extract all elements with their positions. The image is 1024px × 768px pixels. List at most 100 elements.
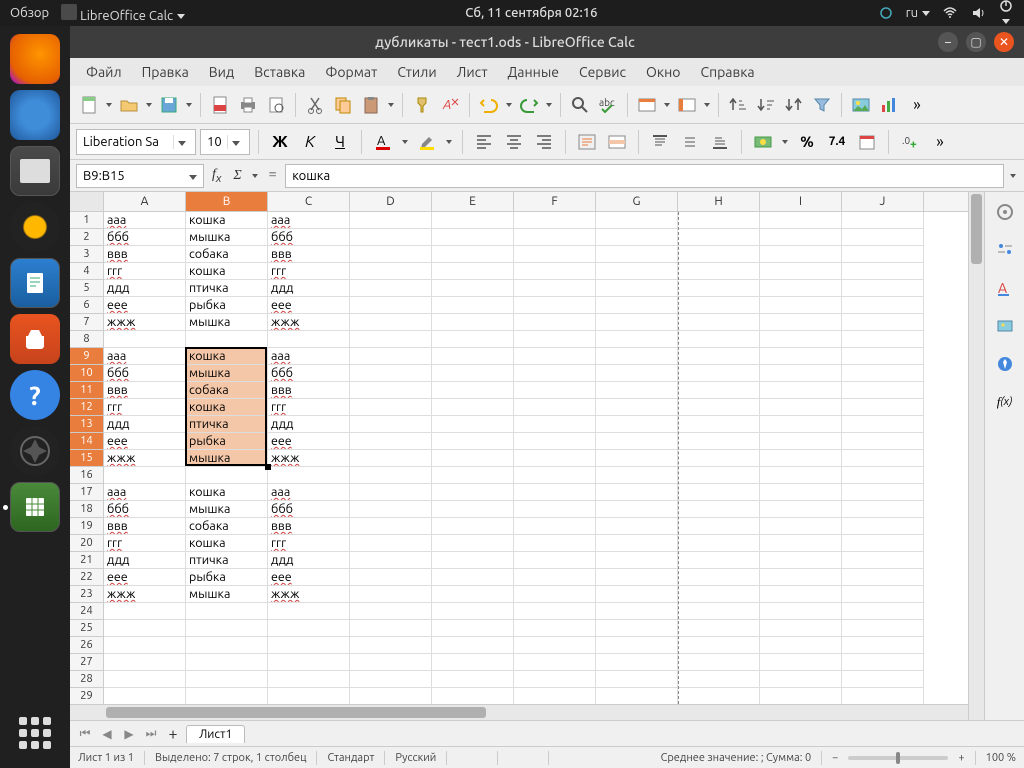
paste-icon[interactable]	[358, 92, 384, 118]
menu-вид[interactable]: Вид	[201, 60, 242, 84]
col-header-B[interactable]: B	[186, 192, 268, 211]
cell[interactable]	[596, 229, 678, 246]
dock-firefox[interactable]	[10, 34, 60, 84]
zoom-out[interactable]: −	[832, 752, 838, 764]
cell[interactable]	[678, 331, 760, 348]
sliders-icon[interactable]	[991, 236, 1019, 264]
merge-cells-icon[interactable]	[604, 129, 630, 155]
col-header-G[interactable]: G	[596, 192, 678, 211]
cell[interactable]	[514, 246, 596, 263]
power-icon[interactable]	[998, 0, 1014, 28]
align-left-icon[interactable]	[471, 129, 497, 155]
spiral-icon[interactable]	[878, 5, 894, 21]
cell[interactable]	[104, 688, 186, 704]
zoom-in[interactable]: +	[958, 752, 964, 764]
dock-files[interactable]	[10, 146, 60, 196]
cell[interactable]: ггг	[104, 399, 186, 416]
menu-данные[interactable]: Данные	[500, 60, 567, 84]
name-box[interactable]: B9:B15	[76, 164, 204, 188]
cell[interactable]	[350, 654, 432, 671]
row-header[interactable]: 29	[70, 688, 104, 704]
cell[interactable]: ддд	[104, 416, 186, 433]
col-dropdown[interactable]	[702, 103, 712, 107]
add-decimal-icon[interactable]: .0+	[897, 129, 923, 155]
cell[interactable]	[104, 671, 186, 688]
cell[interactable]	[350, 535, 432, 552]
cell[interactable]: жжж	[268, 314, 350, 331]
row-header[interactable]: 11	[70, 382, 104, 399]
styles-icon[interactable]: A	[991, 274, 1019, 302]
col-header-C[interactable]: C	[268, 192, 350, 211]
col-header-I[interactable]: I	[760, 192, 842, 211]
sort-asc-icon[interactable]	[725, 92, 751, 118]
valign-middle-icon[interactable]	[677, 129, 703, 155]
cell[interactable]	[678, 382, 760, 399]
vertical-scrollbar[interactable]	[968, 192, 984, 720]
cell[interactable]	[186, 654, 268, 671]
cell[interactable]	[514, 535, 596, 552]
row-header[interactable]: 7	[70, 314, 104, 331]
cell[interactable]	[842, 246, 924, 263]
cell[interactable]: ббб	[268, 501, 350, 518]
dock-software[interactable]	[10, 314, 60, 364]
cell[interactable]	[432, 365, 514, 382]
cell[interactable]	[596, 603, 678, 620]
cell[interactable]	[760, 654, 842, 671]
cell[interactable]	[678, 433, 760, 450]
sheet-tab-1[interactable]: Лист1	[186, 725, 245, 743]
cell[interactable]	[760, 535, 842, 552]
cell[interactable]	[842, 433, 924, 450]
horizontal-scrollbar[interactable]	[104, 705, 968, 720]
cell[interactable]	[760, 399, 842, 416]
sort-desc-icon[interactable]	[753, 92, 779, 118]
cell[interactable]	[760, 586, 842, 603]
undo-dropdown[interactable]	[504, 103, 514, 107]
row-header[interactable]: 16	[70, 467, 104, 484]
cell[interactable]	[432, 654, 514, 671]
cell[interactable]	[842, 280, 924, 297]
cell[interactable]	[678, 365, 760, 382]
cell[interactable]: рыбка	[186, 433, 268, 450]
cell[interactable]	[678, 552, 760, 569]
row-header[interactable]: 3	[70, 246, 104, 263]
cell[interactable]	[350, 467, 432, 484]
cell[interactable]: еее	[104, 433, 186, 450]
cell[interactable]: ббб	[268, 365, 350, 382]
cell[interactable]	[104, 620, 186, 637]
cell[interactable]	[842, 450, 924, 467]
cell[interactable]	[432, 331, 514, 348]
cell[interactable]: птичка	[186, 280, 268, 297]
cell[interactable]	[514, 501, 596, 518]
cell[interactable]: ааа	[268, 348, 350, 365]
row-header[interactable]: 23	[70, 586, 104, 603]
cell[interactable]: жжж	[104, 314, 186, 331]
row-header[interactable]: 13	[70, 416, 104, 433]
cell[interactable]	[678, 399, 760, 416]
row-header[interactable]: 12	[70, 399, 104, 416]
cell[interactable]	[350, 484, 432, 501]
cell[interactable]	[432, 552, 514, 569]
valign-top-icon[interactable]	[647, 129, 673, 155]
formula-dropdown[interactable]	[1008, 174, 1018, 178]
cell[interactable]	[596, 348, 678, 365]
cell[interactable]	[186, 620, 268, 637]
cell[interactable]	[104, 654, 186, 671]
cell[interactable]	[596, 416, 678, 433]
cell[interactable]: собака	[186, 518, 268, 535]
cell[interactable]	[350, 399, 432, 416]
cell[interactable]	[514, 297, 596, 314]
cell[interactable]: ддд	[104, 280, 186, 297]
zoom-slider[interactable]	[848, 756, 948, 760]
cell[interactable]: ббб	[104, 501, 186, 518]
row-dropdown[interactable]	[662, 103, 672, 107]
cell[interactable]: еее	[268, 433, 350, 450]
row-header[interactable]: 27	[70, 654, 104, 671]
row-header[interactable]: 8	[70, 331, 104, 348]
status-lang[interactable]: Русский	[395, 752, 436, 764]
cell[interactable]: кошка	[186, 484, 268, 501]
cell[interactable]: кошка	[186, 535, 268, 552]
column-headers[interactable]: ABCDEFGHIJ	[70, 192, 968, 212]
properties-icon[interactable]	[991, 198, 1019, 226]
row-icon[interactable]	[634, 92, 660, 118]
col-header-F[interactable]: F	[514, 192, 596, 211]
